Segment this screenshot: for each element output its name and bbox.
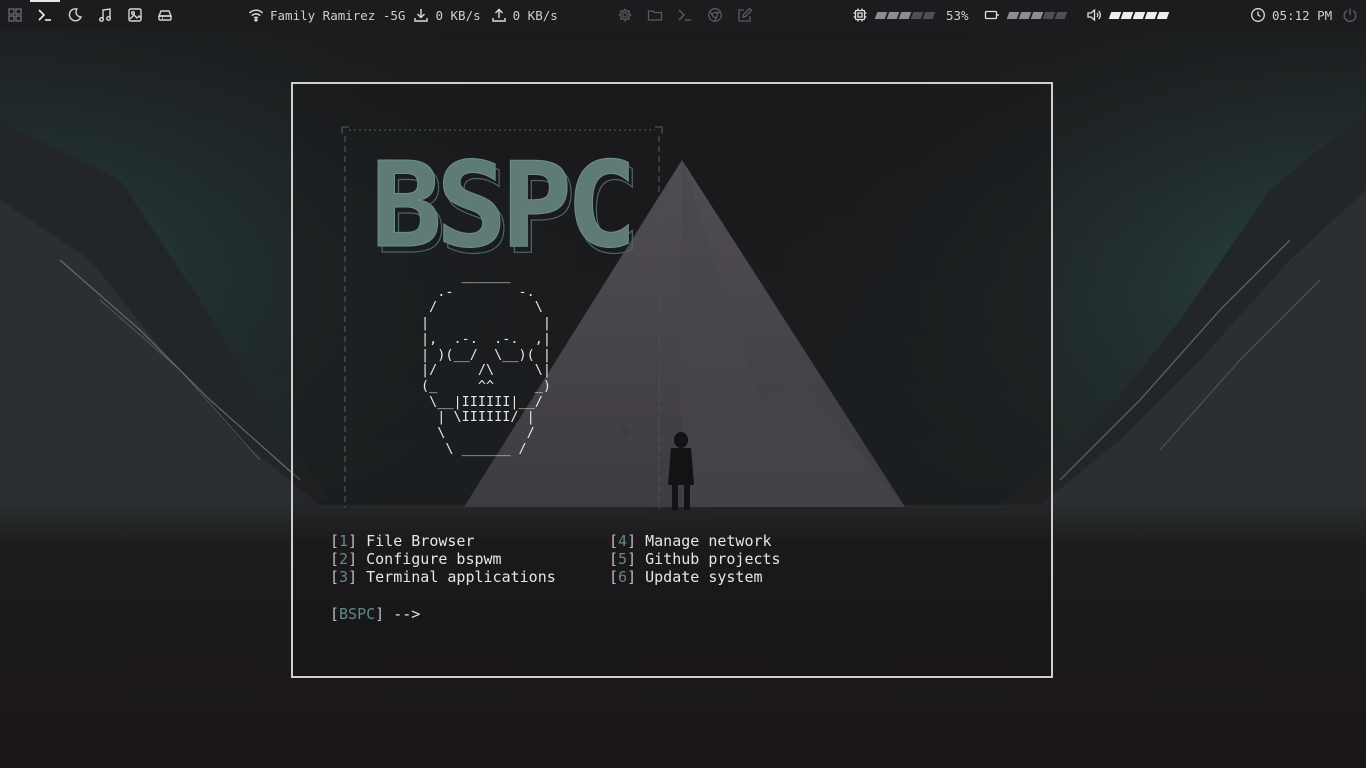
wifi-icon: [248, 7, 264, 23]
level-segment: [1108, 11, 1122, 19]
level-segment: [1042, 11, 1056, 19]
menu-item-number: 4: [618, 532, 628, 550]
mouse-pointer-dot: [621, 427, 630, 436]
terminal-icon: [37, 7, 53, 23]
network-name: Family Ramirez -5G: [270, 7, 406, 23]
level-segment: [874, 11, 888, 19]
drive-icon: [157, 7, 173, 23]
cpu-icon: [852, 7, 868, 23]
menu-item-5[interactable]: [5] Github projects: [609, 550, 781, 568]
menu-item-number: 6: [618, 568, 628, 586]
battery-icon: [984, 7, 1000, 23]
level-segment: [1006, 11, 1020, 19]
prompt-arrow: -->: [384, 605, 421, 623]
menu-item-number: 3: [339, 568, 349, 586]
download-speed: 0 KB/s: [435, 7, 481, 23]
menu-item-3[interactable]: [3] Terminal applications: [330, 568, 556, 586]
menu-item-number: 5: [618, 550, 628, 568]
level-segment: [1120, 11, 1134, 19]
volume-widget[interactable]: [1086, 0, 1170, 30]
apps-grid-icon: [7, 7, 23, 23]
workspace-image-button[interactable]: [120, 0, 150, 30]
menu-item-label: Update system: [636, 568, 763, 586]
cpu-widget: 53%: [852, 0, 969, 30]
menu-item-label: Terminal applications: [357, 568, 556, 586]
menu-item-4[interactable]: [4] Manage network: [609, 532, 781, 550]
cpu-usage-text: 53%: [946, 7, 969, 23]
clock-icon: [1250, 7, 1266, 23]
top-bar: Family Ramirez -5G 0 KB/s 0 KB/s 53% 05:…: [0, 0, 1366, 30]
workspace-terminal-button[interactable]: [30, 0, 60, 30]
level-segment: [1156, 11, 1170, 19]
terminal-icon[interactable]: [677, 7, 693, 23]
prompt-tag: BSPC: [339, 605, 376, 623]
workspace-music-button[interactable]: [90, 0, 120, 30]
level-segment: [898, 11, 912, 19]
settings-icon[interactable]: [617, 7, 633, 23]
level-segment: [922, 11, 936, 19]
menu-item-label: Github projects: [636, 550, 781, 568]
volume-icon: [1086, 7, 1102, 23]
command-prompt[interactable]: [BSPC] -->: [330, 605, 420, 623]
edit-icon[interactable]: [737, 7, 753, 23]
menu-item-label: File Browser: [357, 532, 475, 550]
folder-icon[interactable]: [647, 7, 663, 23]
menu-item-2[interactable]: [2] Configure bspwm: [330, 550, 556, 568]
cpu-usage-bar: [874, 11, 936, 19]
level-segment: [1018, 11, 1032, 19]
volume-level-bar[interactable]: [1108, 11, 1170, 19]
download-icon: [413, 7, 429, 23]
upload-icon: [491, 7, 507, 23]
image-icon: [127, 7, 143, 23]
music-icon: [97, 7, 113, 23]
level-segment: [1054, 11, 1068, 19]
workspace-apps-button[interactable]: [0, 0, 30, 30]
menu-item-6[interactable]: [6] Update system: [609, 568, 781, 586]
menu-item-1[interactable]: [1] File Browser: [330, 532, 556, 550]
battery-widget: [984, 0, 1068, 30]
browser-icon[interactable]: [707, 7, 723, 23]
skull-ascii-art: ______ .- -. / \ | | |, .-. .-. ,| | )(_…: [421, 268, 552, 457]
power-icon[interactable]: [1342, 7, 1358, 23]
workspace-drive-button[interactable]: [150, 0, 180, 30]
level-segment: [1132, 11, 1146, 19]
upload-speed: 0 KB/s: [512, 7, 558, 23]
level-segment: [1144, 11, 1158, 19]
clock-widget: 05:12 PM: [1250, 0, 1332, 30]
level-segment: [886, 11, 900, 19]
menu-column-right: [4] Manage network [5] Github projects [6]…: [609, 532, 781, 586]
battery-level-bar: [1006, 11, 1068, 19]
menu-item-number: 1: [339, 532, 349, 550]
network-widget[interactable]: Family Ramirez -5G 0 KB/s 0 KB/s: [248, 0, 558, 30]
moon-icon: [67, 7, 83, 23]
menu-item-label: Configure bspwm: [357, 550, 502, 568]
level-segment: [1030, 11, 1044, 19]
menu-item-number: 2: [339, 550, 349, 568]
menu-item-label: Manage network: [636, 532, 772, 550]
banner-text: BSPC: [371, 136, 631, 274]
level-segment: [910, 11, 924, 19]
menu-column-left: [1] File Browser [2] Configure bspwm [3] T…: [330, 532, 556, 586]
terminal-window[interactable]: BSPC BSPC ______ .- -. / \ | | |, .-. .-…: [291, 82, 1053, 678]
workspace-moon-button[interactable]: [60, 0, 90, 30]
clock-time: 05:12 PM: [1272, 7, 1333, 23]
